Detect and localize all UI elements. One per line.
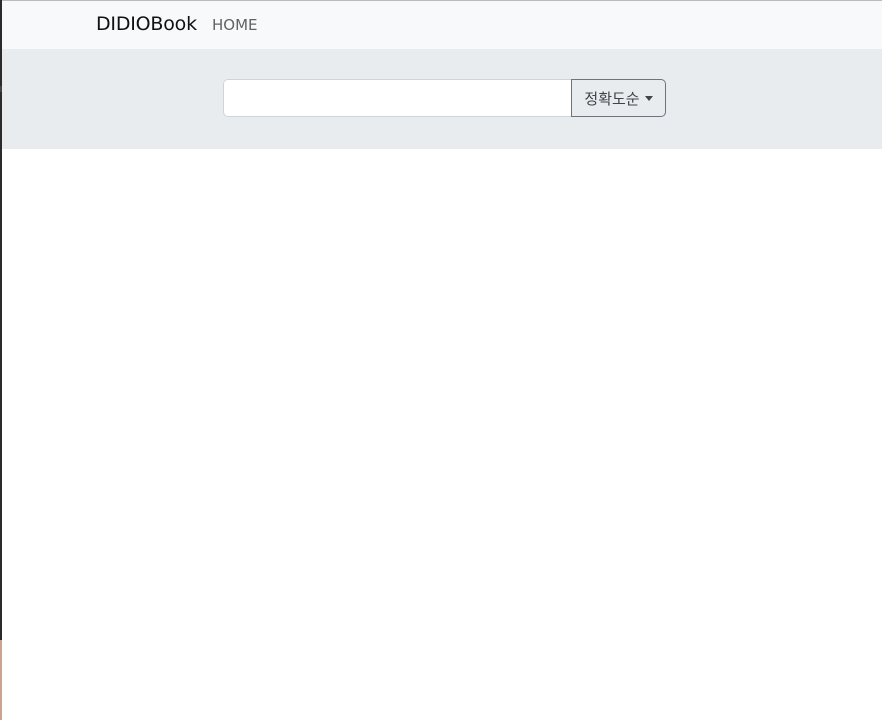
brand-link[interactable]: DIDIOBook — [96, 13, 197, 35]
left-window-edge-bottom — [0, 640, 2, 720]
sort-dropdown-button[interactable]: 정확도순 — [571, 79, 666, 117]
search-input[interactable] — [223, 79, 571, 117]
browser-page: DIDIOBook HOME 정확도순 — [0, 0, 882, 720]
sort-dropdown-label: 정확도순 — [584, 89, 640, 108]
search-input-group: 정확도순 — [223, 79, 666, 117]
nav-home-link[interactable]: HOME — [212, 16, 258, 34]
top-navbar: DIDIOBook HOME — [2, 1, 882, 49]
search-section: 정확도순 — [2, 49, 882, 149]
caret-down-icon — [644, 96, 653, 101]
